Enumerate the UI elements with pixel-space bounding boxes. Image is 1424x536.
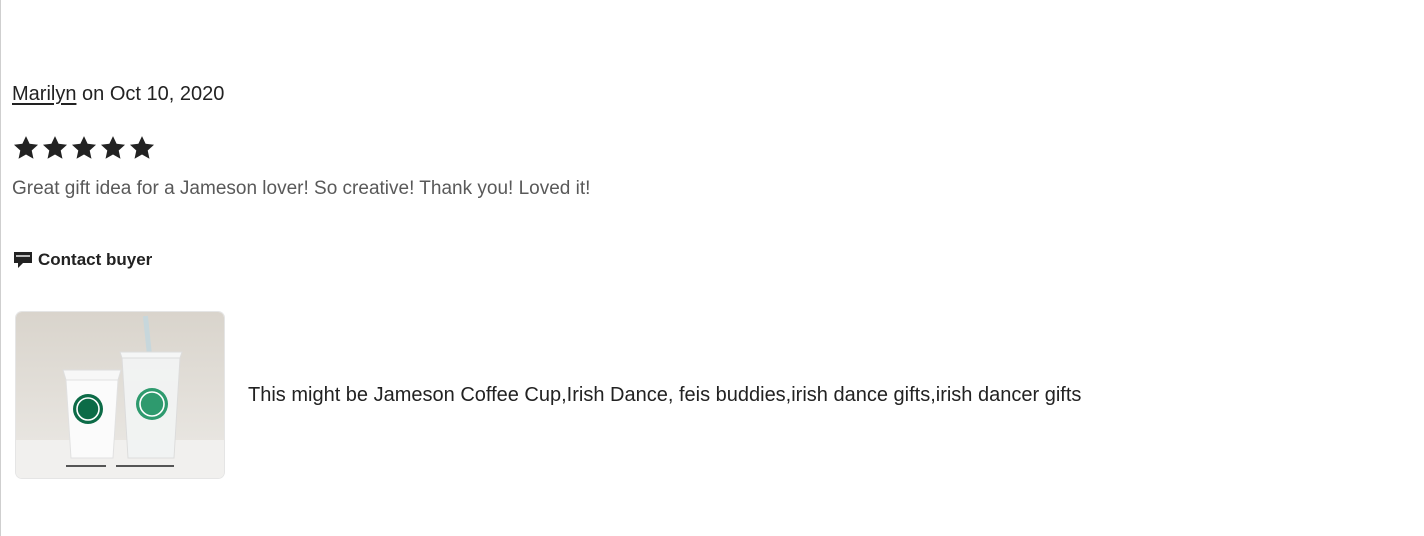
review-panel: Marilyn on Oct 10, 2020 Great gift idea … [0,0,1424,536]
star-icon [42,136,68,159]
item-title[interactable]: This might be Jameson Coffee Cup,Irish D… [248,384,1081,407]
star-icon [71,136,97,159]
item-thumbnail[interactable] [16,312,224,478]
reviewer-line: Marilyn on Oct 10, 2020 [12,83,224,106]
reviewed-item: This might be Jameson Coffee Cup,Irish D… [16,312,1081,478]
message-bubble-icon [14,252,32,268]
star-icon [129,136,155,159]
item-photo-icon [16,312,224,478]
star-icon [13,136,39,159]
review-text: Great gift idea for a Jameson lover! So … [12,178,591,199]
star-rating [12,134,156,162]
reviewer-name-link[interactable]: Marilyn [12,83,76,105]
review-date: on Oct 10, 2020 [76,83,225,105]
contact-buyer-label: Contact buyer [38,250,153,269]
contact-buyer-button[interactable]: Contact buyer [13,250,152,270]
star-icon [100,136,126,159]
